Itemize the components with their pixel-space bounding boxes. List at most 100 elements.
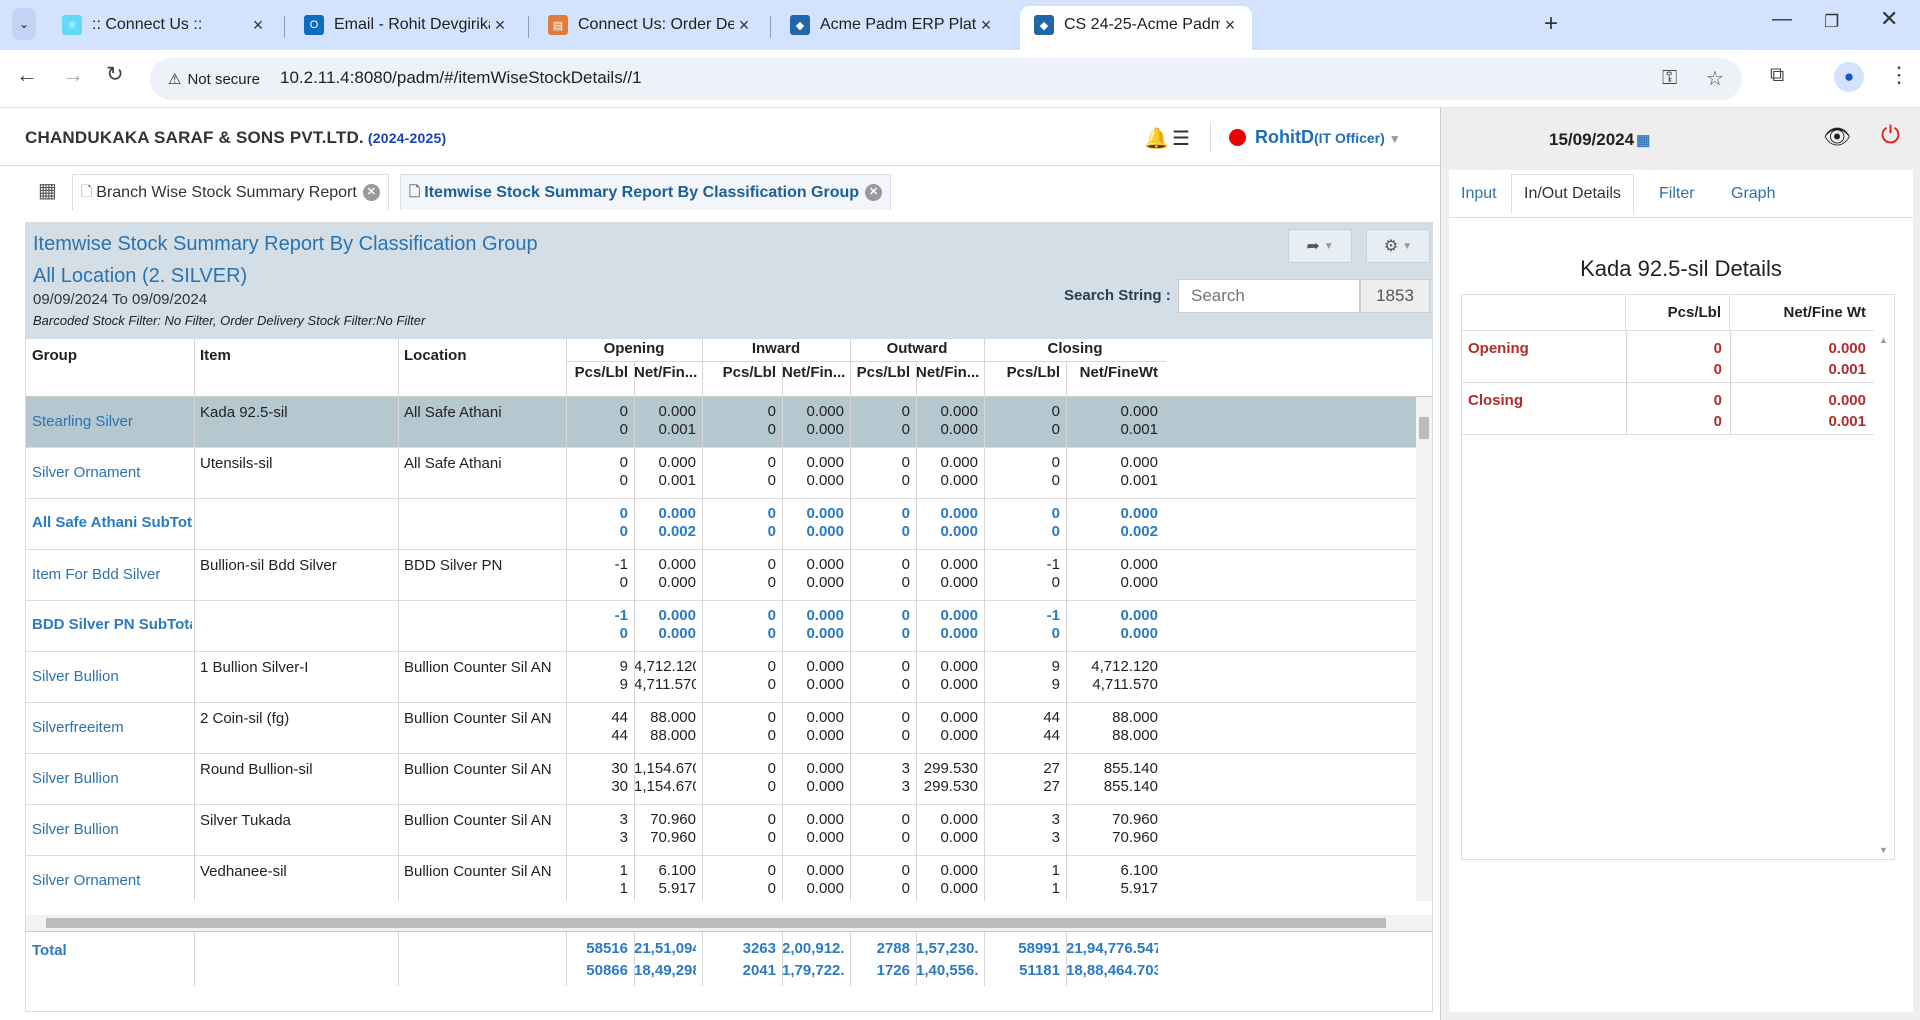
list-menu-icon[interactable]: ☰ (1172, 126, 1190, 151)
vertical-scrollbar[interactable] (1416, 397, 1432, 901)
table-row[interactable]: Silver Bullion Silver Tukada Bullion Count… (26, 805, 1416, 856)
browser-tab[interactable]: ▤ Connect Us: Order Details× (534, 6, 766, 50)
close-tab-icon[interactable]: × (490, 15, 510, 36)
bookmark-star-icon[interactable]: ☆ (1706, 66, 1724, 91)
divider (984, 448, 985, 499)
group-cell[interactable]: Silver Bullion (32, 770, 192, 787)
divider (398, 499, 399, 550)
column-header-location: Location (404, 347, 467, 364)
group-cell[interactable]: Silver Bullion (32, 668, 192, 685)
value-cell: 0 (1051, 505, 1060, 522)
item-cell: 1 Bullion Silver-I (200, 659, 309, 676)
table-row[interactable]: Silver Bullion Round Bullion-sil Bullion C… (26, 754, 1416, 805)
forward-button[interactable]: → (62, 62, 84, 88)
share-button[interactable]: ➦ ▼ (1288, 229, 1352, 263)
close-tab-icon[interactable]: × (734, 15, 754, 36)
tab-in-out-details[interactable]: In/Out Details (1511, 174, 1634, 214)
date-picker[interactable]: 15/09/2024 ▦ (1549, 130, 1650, 150)
power-icon[interactable]: ⏻ (1881, 122, 1900, 150)
value-cell: 0 (1051, 454, 1060, 471)
tab-itemwise-stock[interactable]: 🗋 Itemwise Stock Summary Report By Classi… (400, 174, 892, 210)
hide-eye-icon[interactable]: 👁 (1823, 124, 1851, 150)
report-header: Itemwise Stock Summary Report By Classif… (26, 223, 1432, 339)
total-value: 18,49,298.5 (634, 962, 696, 979)
location-cell: Bullion Counter Sil AN (404, 863, 552, 880)
url-text[interactable]: 10.2.11.4:8080/padm/#/itemWiseStockDetai… (280, 68, 642, 88)
search-input[interactable] (1178, 279, 1360, 313)
scroll-thumb[interactable] (1419, 417, 1429, 439)
extensions-icon[interactable]: ⧉ (1770, 64, 1784, 87)
new-tab-button[interactable]: + (1544, 10, 1558, 38)
scroll-up-icon[interactable]: ▲ (1879, 335, 1888, 345)
close-window-button[interactable]: ✕ (1880, 6, 1898, 32)
group-cell[interactable]: BDD Silver PN SubTotal (32, 616, 192, 633)
tab-filter[interactable]: Filter (1647, 174, 1707, 214)
divider (194, 652, 195, 703)
divider (916, 754, 917, 805)
close-tab-icon[interactable]: × (976, 15, 996, 36)
calendar-icon[interactable]: ▦ (1636, 132, 1650, 149)
kebab-menu-icon[interactable]: ⋮ (1888, 62, 1910, 88)
table-row[interactable]: Silver Bullion 1 Bullion Silver-I Bullion … (26, 652, 1416, 703)
tab-branch-wise-stock[interactable]: 🗋 Branch Wise Stock Summary Report ✕ (72, 174, 389, 210)
bell-icon[interactable]: 🔔 (1144, 126, 1169, 151)
restore-button[interactable]: ❐ (1824, 12, 1839, 32)
group-cell[interactable]: Stearling Silver (32, 413, 192, 430)
divider (850, 754, 851, 805)
horizontal-scrollbar[interactable] (26, 915, 1432, 931)
security-chip[interactable]: ⚠ Not secure (158, 64, 270, 94)
subtotal-row[interactable]: BDD Silver PN SubTotal -1 0 0.000 0.000 0 0 0.0… (26, 601, 1416, 652)
tab-input[interactable]: Input (1449, 174, 1509, 214)
column-header-sub: Net/FineWt (1079, 364, 1158, 381)
key-icon[interactable]: ⚿ (1662, 67, 1677, 90)
group-cell[interactable]: Silver Ornament (32, 464, 192, 481)
divider (1626, 383, 1627, 435)
tab-graph[interactable]: Graph (1719, 174, 1787, 214)
scroll-thumb[interactable] (46, 918, 1386, 928)
app-grid-icon[interactable]: ▦ (38, 178, 57, 203)
table-row[interactable]: Stearling Silver Kada 92.5-sil All Safe At… (26, 397, 1416, 448)
minimize-button[interactable]: — (1772, 8, 1792, 31)
close-tab-icon[interactable]: × (248, 15, 268, 36)
group-cell[interactable]: All Safe Athani SubTotal (32, 514, 192, 531)
value-cell: 0 (1051, 625, 1060, 642)
subtotal-row[interactable]: All Safe Athani SubTotal 0 0 0.000 0.002 0 0 0.… (26, 499, 1416, 550)
group-cell[interactable]: Item For Bdd Silver (32, 566, 192, 583)
user-menu[interactable]: RohitD(IT Officer) ▼ (1255, 127, 1401, 148)
profile-avatar[interactable]: ● (1834, 62, 1864, 92)
settings-button[interactable]: ⚙ ▼ (1366, 229, 1430, 263)
group-cell[interactable]: Silver Ornament (32, 872, 192, 889)
address-bar[interactable]: ⚠ Not secure 10.2.11.4:8080/padm/#/itemWi… (150, 58, 1742, 100)
divider (916, 601, 917, 652)
tab-search-button[interactable]: ⌄ (12, 8, 36, 40)
group-cell[interactable]: Silver Bullion (32, 821, 192, 838)
close-tab-icon[interactable]: ✕ (865, 184, 883, 201)
details-scrollbar[interactable]: ▲ ▼ (1874, 331, 1894, 859)
group-cell[interactable]: Silverfreeitem (32, 719, 192, 736)
browser-tab[interactable]: O Email - Rohit Devgirikar - Outlo× (290, 6, 522, 50)
share-icon: ➦ (1306, 238, 1320, 255)
table-row[interactable]: Item For Bdd Silver Bullion-sil Bdd Silve… (26, 550, 1416, 601)
table-row[interactable]: Silver Ornament Utensils-sil All Safe Atha… (26, 448, 1416, 499)
table-row[interactable]: Silverfreeitem 2 Coin-sil (fg) Bullion Cou… (26, 703, 1416, 754)
back-button[interactable]: ← (16, 62, 38, 88)
browser-tab[interactable]: ◆ Acme Padm ERP Platform 1.00× (776, 6, 1008, 50)
value-cell: 0 (901, 505, 910, 522)
value-cell: 0.000 (806, 472, 844, 489)
scroll-down-icon[interactable]: ▼ (1879, 845, 1888, 855)
reload-button[interactable]: ↻ (106, 62, 124, 87)
value-cell: 0 (901, 811, 910, 828)
value-cell: 88.000 (650, 709, 696, 726)
caret-down-icon: ▼ (1402, 240, 1413, 252)
browser-tab[interactable]: ◆ CS 24-25-Acme Padm ERP Platf× (1020, 6, 1252, 50)
total-value: 1726 (876, 962, 910, 979)
divider (702, 932, 703, 986)
close-tab-icon[interactable]: × (1220, 15, 1240, 36)
divider (566, 601, 567, 652)
divider (850, 448, 851, 499)
table-row[interactable]: Silver Ornament Vedhanee-sil Bullion Count… (26, 856, 1416, 901)
divider (782, 703, 783, 754)
close-tab-icon[interactable]: ✕ (362, 184, 380, 201)
browser-tab[interactable]: ⚛:: Connect Us :: × (48, 6, 280, 50)
divider (194, 601, 195, 652)
